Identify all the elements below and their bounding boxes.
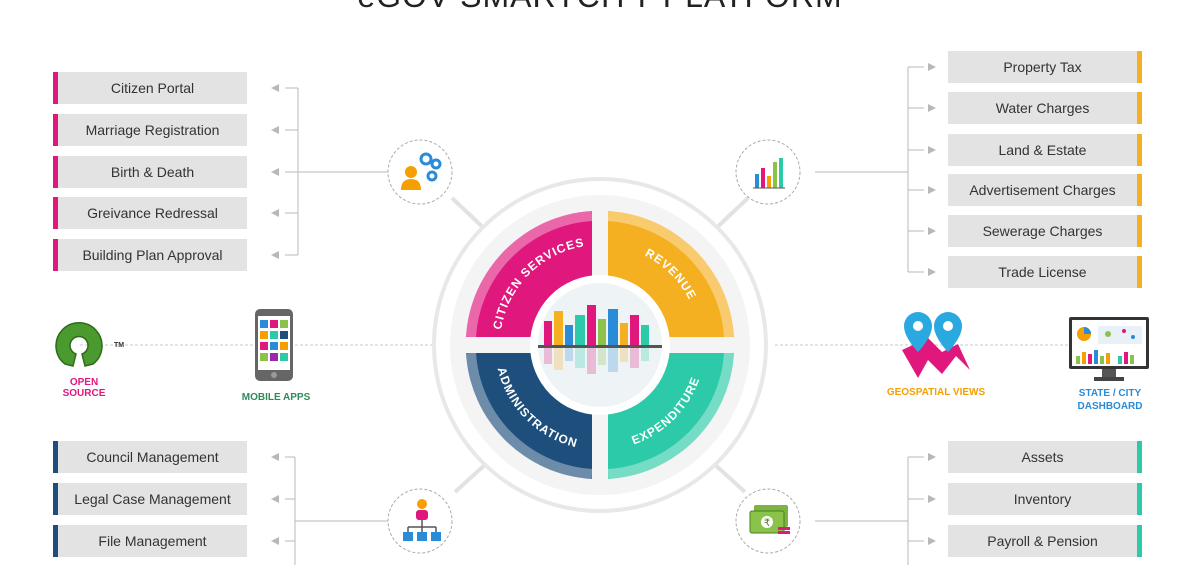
box-label: Inventory	[1013, 491, 1072, 507]
open-source-logo	[55, 322, 103, 367]
mobile-apps-label: MOBILE APPS	[241, 392, 311, 403]
payroll-pension-box: Payroll & Pension	[948, 525, 1142, 557]
assets-box: Assets	[948, 441, 1142, 473]
box-label: Sewerage Charges	[982, 223, 1103, 239]
dashboard-label-line1: STATE / CITY	[1078, 388, 1142, 399]
trade-license-box: Trade License	[948, 256, 1142, 288]
box-label: Water Charges	[995, 100, 1090, 116]
box-label: Advertisement Charges	[969, 182, 1116, 198]
water-charges-box: Water Charges	[948, 92, 1142, 124]
building-plan-approval-box: Building Plan Approval	[53, 239, 247, 271]
dashboard-label: STATE / CITY DASHBOARD	[1060, 387, 1160, 413]
box-label: Property Tax	[1003, 59, 1082, 75]
file-management-box: File Management	[53, 525, 247, 557]
geospatial-views-label: GEOSPATIAL VIEWS	[886, 387, 986, 398]
advertisement-charges-box: Advertisement Charges	[948, 174, 1142, 206]
box-label: Trade License	[998, 264, 1087, 280]
grievance-redressal-box: Greivance Redressal	[53, 197, 247, 229]
land-estate-box: Land & Estate	[948, 134, 1142, 166]
birth-death-box: Birth & Death	[53, 156, 247, 188]
box-label: Legal Case Management	[74, 491, 231, 507]
mobile-phone-icon	[255, 309, 293, 381]
box-label: Building Plan Approval	[82, 247, 223, 263]
box-label: File Management	[98, 533, 207, 549]
property-tax-box: Property Tax	[948, 51, 1142, 83]
map-pins-icon	[902, 312, 970, 378]
platform-wheel: CITIZEN SERVICES REVENUE ADMINISTRATION …	[432, 177, 768, 513]
dashboard-label-line2: DASHBOARD	[1077, 401, 1143, 412]
box-label: Assets	[1021, 449, 1064, 465]
marriage-registration-box: Marriage Registration	[53, 114, 247, 146]
open-source-label: OPEN SOURCE	[62, 377, 106, 399]
dashboard-monitor-icon	[1069, 317, 1149, 381]
box-label: Birth & Death	[110, 164, 195, 180]
box-label: Council Management	[86, 449, 219, 465]
tm-mark: TM	[114, 342, 125, 349]
box-label: Marriage Registration	[85, 122, 220, 138]
citizen-portal-box: Citizen Portal	[53, 72, 247, 104]
inventory-box: Inventory	[948, 483, 1142, 515]
box-label: Land & Estate	[998, 142, 1087, 158]
council-management-box: Council Management	[53, 441, 247, 473]
sewerage-charges-box: Sewerage Charges	[948, 215, 1142, 247]
box-label: Greivance Redressal	[87, 205, 218, 221]
svg-text:₹: ₹	[764, 518, 770, 529]
box-label: Citizen Portal	[110, 80, 195, 96]
legal-case-management-box: Legal Case Management	[53, 483, 247, 515]
box-label: Payroll & Pension	[987, 533, 1098, 549]
